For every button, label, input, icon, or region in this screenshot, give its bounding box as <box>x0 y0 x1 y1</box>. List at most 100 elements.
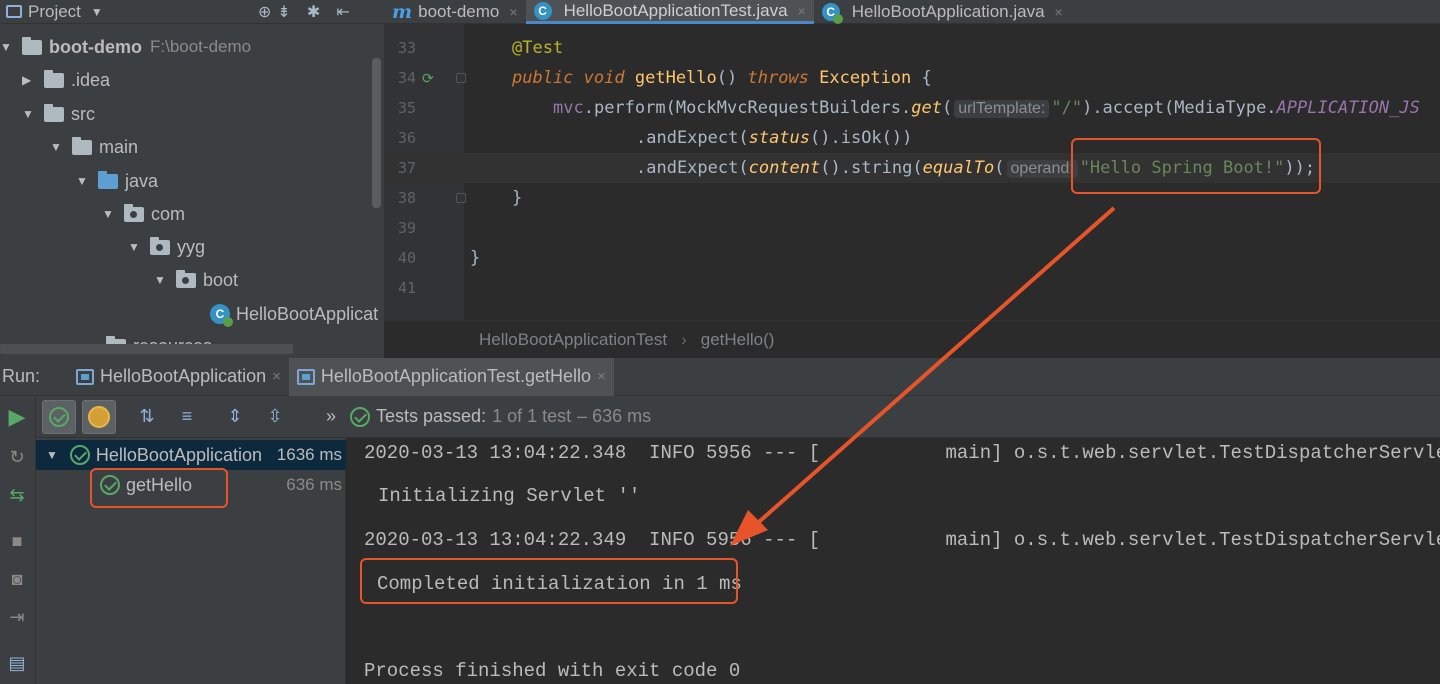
project-title: Project <box>28 1 81 21</box>
editor-breadcrumb: HelloBootApplicationTest › getHello() <box>384 320 1440 358</box>
folder-icon <box>44 69 64 88</box>
collapse-arrow-icon[interactable]: ▶ <box>22 73 38 87</box>
close-icon[interactable]: × <box>509 4 517 20</box>
rerun-failed-icon[interactable]: ↻ <box>6 446 28 468</box>
parameter-hint: urlTemplate: <box>954 100 1050 118</box>
check-circle-icon <box>49 406 69 427</box>
class-icon: C <box>533 1 552 20</box>
test-run-icon <box>296 368 315 385</box>
code-line-35: 35 mvc.perform(MockMvcRequestBuilders.ge… <box>397 98 1420 118</box>
show-passed-button[interactable] <box>42 399 76 434</box>
project-tree: ▼ boot-demo F:\boot-demo ▶ .idea ▼ src ▼… <box>0 24 384 358</box>
check-circle-icon <box>69 445 90 465</box>
console-line: 2020-03-13 13:04:22.348 INFO 5956 --- [ … <box>364 442 1440 464</box>
exit-icon[interactable]: ⇥ <box>6 606 28 628</box>
expand-arrow-icon[interactable]: ▼ <box>128 240 144 254</box>
expand-arrow-icon[interactable]: ▼ <box>76 174 92 188</box>
run-side-toolbar: ▶ ↻ ⇆ ■ ◙ ⇥ ▤ <box>0 396 36 684</box>
tab-boot-demo[interactable]: m boot-demo × <box>384 0 526 24</box>
code-line-40: 40 } <box>397 248 481 268</box>
package-icon <box>124 203 144 222</box>
tree-scrollbar[interactable] <box>372 58 381 208</box>
expand-arrow-icon[interactable]: ▼ <box>46 448 58 462</box>
tree-item-boot[interactable]: ▼ boot <box>154 265 238 295</box>
run-test-gutter-icon[interactable]: ⟳ <box>422 70 434 87</box>
gear-icon[interactable]: ✱ <box>307 2 320 22</box>
test-runner-toolbar: ⇅ ≡ ⇕ ⇳ <box>36 396 346 438</box>
tree-item-idea[interactable]: ▶ .idea <box>22 65 110 95</box>
toggle-auto-test-icon[interactable]: ⇆ <box>6 484 28 506</box>
expand-arrow-icon[interactable]: ▼ <box>22 107 38 121</box>
project-view-selector[interactable]: Project ▼ <box>6 2 103 22</box>
breadcrumb-separator: › <box>681 329 687 349</box>
test-suite-row[interactable]: ▼ HelloBootApplication 1636 ms <box>36 440 346 470</box>
tree-horizontal-scrollbar[interactable] <box>0 344 293 354</box>
layout-icon[interactable]: ▤ <box>6 652 28 674</box>
code-line-41: 41 <box>397 279 416 297</box>
fold-marker[interactable] <box>456 193 466 203</box>
tests-count: 1 of 1 test <box>492 406 572 426</box>
breadcrumb-method[interactable]: getHello() <box>701 330 775 350</box>
show-ignored-button[interactable] <box>82 399 116 434</box>
tree-item-hellobootapplication[interactable]: C HelloBootApplicat <box>210 299 378 329</box>
spring-class-icon: C <box>821 3 843 24</box>
console-line: Initializing Servlet '' <box>378 485 641 507</box>
package-icon <box>176 269 196 288</box>
close-icon[interactable]: × <box>597 368 606 385</box>
close-icon[interactable]: × <box>1055 4 1063 20</box>
folder-icon <box>72 136 92 155</box>
expand-all-button[interactable]: ⇕ <box>218 400 252 434</box>
collapse-all-icon[interactable]: ⇟ <box>277 2 290 22</box>
hide-panel-icon[interactable]: ⇤ <box>336 2 349 22</box>
project-icon <box>6 5 22 18</box>
fold-marker[interactable] <box>456 73 466 83</box>
more-chevron-icon[interactable]: » <box>326 406 336 427</box>
tree-item-boot-demo[interactable]: ▼ boot-demo F:\boot-demo <box>0 32 251 62</box>
callout-expected-string <box>1071 138 1321 194</box>
expand-arrow-icon[interactable]: ▼ <box>154 273 170 287</box>
code-line-34: 34 ⟳ public void getHello() throws Excep… <box>397 68 932 88</box>
check-circle-icon <box>350 406 371 427</box>
run-tool-window-tabs: Run: HelloBootApplication × HelloBootApp… <box>0 357 1440 396</box>
code-line-39: 39 <box>397 219 416 237</box>
locate-icon[interactable]: ⊕ <box>258 2 271 22</box>
spring-class-icon: C <box>210 304 233 327</box>
tree-item-main[interactable]: ▼ main <box>50 132 138 162</box>
collapse-all-button[interactable]: ⇳ <box>258 400 292 434</box>
close-icon[interactable]: × <box>798 3 806 19</box>
parameter-hint: operand: <box>1006 160 1078 178</box>
editor-tabs: m boot-demo × C HelloBootApplicationTest… <box>384 0 1440 24</box>
expand-arrow-icon[interactable]: ▼ <box>50 140 66 154</box>
breadcrumb-class[interactable]: HelloBootApplicationTest <box>479 330 667 350</box>
source-folder-icon <box>98 170 118 189</box>
console-line: Process finished with exit code 0 <box>364 660 741 682</box>
run-label: Run: <box>2 366 41 386</box>
tree-item-com[interactable]: ▼ com <box>102 199 185 229</box>
application-icon <box>76 368 94 385</box>
package-icon <box>150 236 170 255</box>
close-icon[interactable]: × <box>272 368 281 385</box>
expand-arrow-icon[interactable]: ▼ <box>0 40 16 54</box>
tab-hellobootapplication[interactable]: C HelloBootApplication.java × <box>814 0 1071 24</box>
callout-console-output <box>360 558 738 604</box>
console-line: 2020-03-13 13:04:22.349 INFO 5956 --- [ … <box>364 529 1440 551</box>
ignored-circle-icon <box>88 405 110 428</box>
sort-alphabetically-button[interactable]: ⇅ <box>130 400 164 434</box>
chevron-down-icon: ▼ <box>90 4 103 19</box>
rerun-play-icon[interactable]: ▶ <box>6 404 28 429</box>
sort-by-duration-button[interactable]: ≡ <box>170 400 204 434</box>
expand-arrow-icon[interactable]: ▼ <box>102 207 118 221</box>
stop-icon[interactable]: ■ <box>6 530 28 552</box>
run-tab-hellobootapplication[interactable]: HelloBootApplication × <box>68 358 289 396</box>
tree-item-java[interactable]: ▼ java <box>76 166 158 196</box>
maven-icon: m <box>392 1 413 23</box>
callout-gethello-test <box>90 468 228 508</box>
tests-passed-label: Tests passed: <box>376 406 487 426</box>
tree-item-src[interactable]: ▼ src <box>22 99 95 129</box>
project-panel-header: Project ▼ ⊕ ⇟ ✱ ⇤ <box>0 0 384 24</box>
tree-item-yyg[interactable]: ▼ yyg <box>128 232 205 262</box>
run-tab-test-gethello[interactable]: HelloBootApplicationTest.getHello × <box>288 357 614 396</box>
test-status-bar: » Tests passed: 1 of 1 test – 636 ms <box>326 396 1440 438</box>
camera-icon[interactable]: ◙ <box>6 568 28 590</box>
tab-hellobootapplicationtest[interactable]: C HelloBootApplicationTest.java × <box>525 0 814 24</box>
